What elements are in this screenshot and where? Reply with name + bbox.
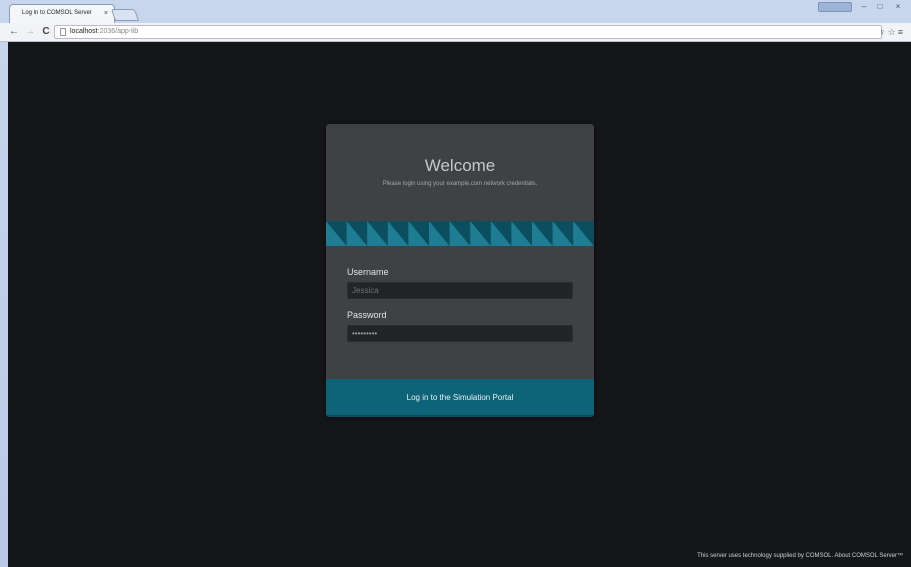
username-input[interactable] [347,282,573,299]
reload-icon[interactable]: C [40,26,52,38]
decorative-stripe [326,221,594,246]
url-path: :2036/app-lib [97,28,139,35]
url-host: localhost [70,28,98,35]
maximize-icon[interactable]: □ [874,2,886,12]
close-window-icon[interactable]: × [892,2,904,12]
welcome-title: Welcome [424,156,496,175]
welcome-subtitle: Please login using your example.com netw… [382,181,538,187]
login-button[interactable]: Log in to the Simulation Portal [326,379,594,417]
username-label: Username [347,267,389,277]
footer-text: This server uses technology supplied by … [697,553,903,559]
tab-title: Log in to COMSOL Server [22,10,92,16]
tab-strip: Log in to COMSOL Server × – □ × [0,0,911,23]
password-input[interactable] [347,325,573,342]
login-card: Welcome Please login using your example.… [326,124,594,417]
new-tab-button[interactable] [110,9,140,21]
back-arrow-icon[interactable]: ← [8,26,20,38]
page-viewport: Welcome Please login using your example.… [8,42,911,567]
tab-close-icon[interactable]: × [104,5,108,22]
address-bar[interactable]: localhost:2036/app-lib [54,25,882,39]
page-icon [60,28,66,36]
browser-toolbar: ← → C localhost:2036/app-lib ♀☆≡ [0,23,911,42]
window-user-badge[interactable] [818,2,852,12]
url-text: localhost:2036/app-lib [70,26,138,38]
browser-window: Log in to COMSOL Server × – □ × ← → C lo… [0,0,911,567]
minimize-icon[interactable]: – [858,2,870,12]
password-label: Password [347,310,387,320]
tab-login[interactable]: Log in to COMSOL Server × [9,4,115,23]
forward-arrow-icon[interactable]: → [24,26,36,38]
toolbar-icons[interactable]: ♀☆≡ [879,25,905,39]
